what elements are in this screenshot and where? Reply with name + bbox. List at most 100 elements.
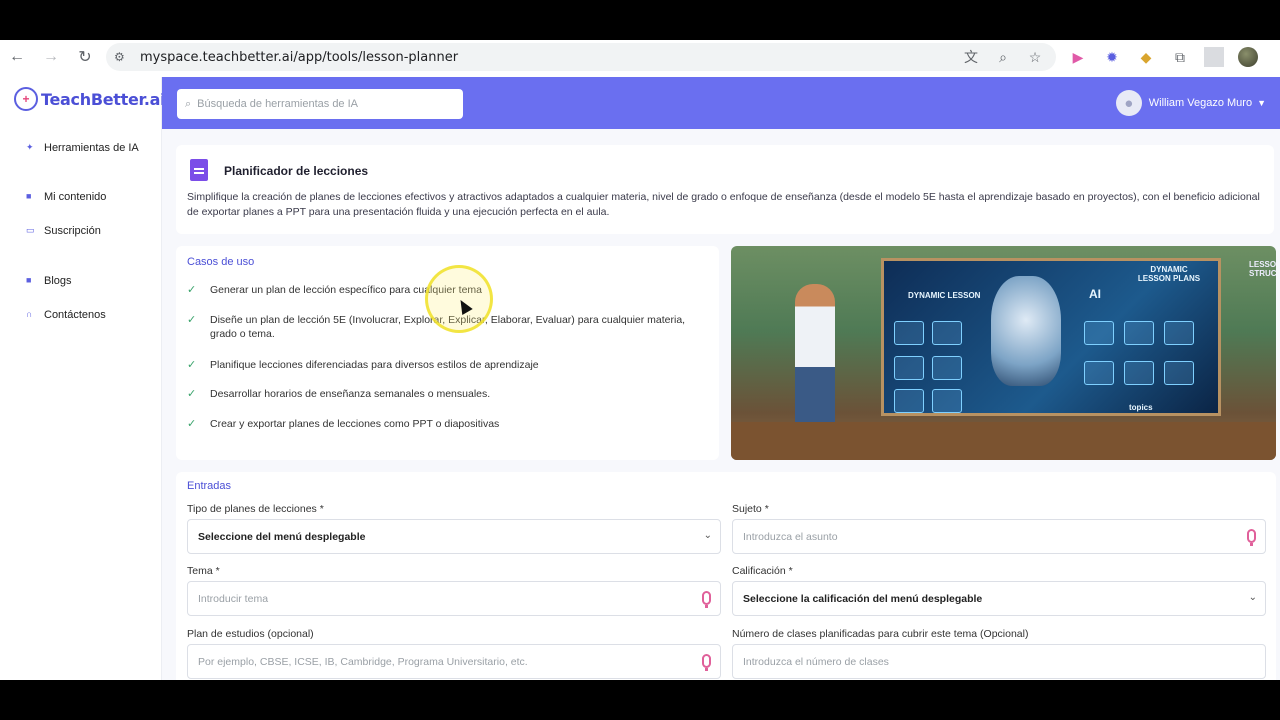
reload-icon[interactable]: ↻ — [68, 40, 102, 74]
list-item: ✓ Desarrollar horarios de enseñanza sema… — [187, 387, 700, 401]
sidebar-item-label: Suscripción — [44, 225, 101, 237]
toolbar-divider — [1204, 47, 1224, 67]
user-name: William Vegazo Muro — [1148, 97, 1253, 109]
url-text[interactable]: myspace.teachbetter.ai/app/tools/lesson-… — [140, 50, 458, 65]
lesson-type-value: Seleccione del menú desplegable — [198, 530, 366, 543]
sidebar-item-my-content[interactable]: ■ Mi contenido — [26, 190, 144, 204]
center-label: DYNAMIC LESSON — [908, 291, 981, 300]
list-item: ✓ Planifique lecciones diferenciadas par… — [187, 358, 700, 372]
header-bar: ⌕ Búsqueda de herramientas de IA ● Willi… — [162, 77, 1280, 129]
use-cases-title: Casos de uso — [187, 256, 255, 268]
user-avatar-icon: ● — [1115, 90, 1142, 116]
extension-diamond-icon[interactable]: ◆ — [1136, 47, 1156, 67]
profile-avatar[interactable] — [1238, 47, 1258, 67]
check-icon: ✓ — [187, 359, 197, 371]
use-case-text: Desarrollar horarios de enseñanza semana… — [210, 388, 491, 400]
robot-figure — [991, 276, 1061, 386]
page-title: Planificador de lecciones — [224, 164, 369, 178]
sparkle-icon: ✦ — [26, 142, 34, 152]
menu-dots-icon[interactable]: ⋮ — [1272, 47, 1280, 67]
side-label: LESSON STRUCT — [1249, 260, 1276, 278]
sidebar: + TeachBetter.ai ✦ Herramientas de IA ■ … — [0, 77, 166, 680]
address-bar[interactable]: ⚙ myspace.teachbetter.ai/app/tools/lesso… — [106, 43, 1056, 71]
tool-header-card: Planificador de lecciones Simplifique la… — [176, 145, 1274, 234]
search-placeholder: Búsqueda de herramientas de IA — [197, 98, 358, 110]
board-tile — [894, 321, 924, 345]
curriculum-input[interactable]: Por ejemplo, CBSE, ICSE, IB, Cambridge, … — [187, 644, 721, 679]
sidebar-item-contact[interactable]: ∩ Contáctenos — [26, 308, 144, 322]
extension-gear-icon[interactable]: ✹ — [1102, 47, 1122, 67]
chevron-down-icon: ▼ — [1257, 98, 1266, 108]
use-case-text: Planifique lecciones diferenciadas para … — [210, 359, 539, 371]
use-case-text: Crear y exportar planes de lecciones com… — [210, 418, 500, 430]
sidebar-item-label: Mi contenido — [44, 191, 107, 203]
search-icon: ⌕ — [185, 97, 192, 110]
subject-label: Sujeto * — [732, 503, 769, 515]
tool-search-input[interactable]: ⌕ Búsqueda de herramientas de IA — [177, 89, 463, 119]
extension-play-icon[interactable]: ▶ — [1068, 47, 1088, 67]
check-icon: ✓ — [187, 284, 197, 296]
board-tile — [1164, 321, 1194, 345]
subject-placeholder: Introduzca el asunto — [743, 530, 838, 543]
site-settings-icon[interactable]: ⚙ — [114, 50, 134, 64]
inputs-card: Entradas Tipo de planes de lecciones * S… — [176, 472, 1276, 680]
board-tile — [1164, 361, 1194, 385]
headset-icon: ∩ — [26, 309, 33, 319]
zoom-icon[interactable]: ⌕ — [994, 48, 1012, 66]
board-tile — [932, 389, 962, 413]
microphone-icon[interactable] — [702, 591, 711, 608]
topic-label: Tema * — [187, 565, 220, 577]
grade-label: Calificación * — [732, 565, 793, 577]
forward-icon[interactable]: → — [34, 40, 68, 74]
hero-illustration: DYNAMIC LESSON PLANS DYNAMIC LESSON AI t… — [731, 246, 1276, 460]
logo-text: TeachBetter.ai — [41, 89, 166, 109]
check-icon: ✓ — [187, 314, 197, 326]
classes-input[interactable]: Introduzca el número de clases — [732, 644, 1266, 679]
microphone-icon[interactable] — [1247, 529, 1256, 546]
ai-label: AI — [1089, 287, 1101, 301]
board-tile — [932, 321, 962, 345]
user-menu[interactable]: ● William Vegazo Muro ▼ — [1115, 90, 1266, 116]
sidebar-item-blogs[interactable]: ■ Blogs — [26, 274, 144, 288]
sidebar-item-label: Contáctenos — [44, 309, 106, 321]
lesson-type-select[interactable]: Seleccione del menú desplegable ⌄ — [187, 519, 721, 554]
bookmark-star-icon[interactable]: ☆ — [1026, 48, 1044, 66]
board-title: DYNAMIC LESSON PLANS — [1137, 265, 1201, 283]
subject-input[interactable]: Introduzca el asunto — [732, 519, 1266, 554]
sidebar-item-label: Blogs — [44, 275, 72, 287]
inputs-title: Entradas — [187, 480, 232, 492]
topic-placeholder: Introducir tema — [198, 592, 269, 605]
logo[interactable]: + TeachBetter.ai — [14, 87, 166, 111]
list-item: ✓ Crear y exportar planes de lecciones c… — [187, 417, 700, 431]
sidebar-item-label: Herramientas de IA — [44, 142, 139, 154]
curriculum-placeholder: Por ejemplo, CBSE, ICSE, IB, Cambridge, … — [198, 655, 528, 668]
check-icon: ✓ — [187, 388, 197, 400]
board-tile — [1124, 321, 1154, 345]
cursor-highlight — [425, 265, 493, 333]
document-icon — [190, 159, 208, 181]
sidebar-item-ai-tools[interactable]: ✦ Herramientas de IA — [26, 141, 144, 155]
curriculum-label: Plan de estudios (opcional) — [187, 628, 314, 640]
sidebar-item-subscription[interactable]: ▭ Suscripción — [26, 224, 144, 238]
blog-icon: ■ — [26, 275, 32, 285]
back-icon[interactable]: ← — [0, 40, 34, 74]
grade-select[interactable]: Seleccione la calificación del menú desp… — [732, 581, 1266, 616]
board-tile — [1084, 361, 1114, 385]
translate-icon[interactable]: 文 — [962, 48, 980, 66]
browser-toolbar: ← → ↻ ⚙ myspace.teachbetter.ai/app/tools… — [0, 40, 1280, 74]
grade-value: Seleccione la calificación del menú desp… — [743, 592, 983, 605]
topic-input[interactable]: Introducir tema — [187, 581, 721, 616]
microphone-icon[interactable] — [702, 654, 711, 671]
board-tile — [894, 356, 924, 380]
classes-label: Número de clases planificadas para cubri… — [732, 628, 1029, 640]
check-icon: ✓ — [187, 418, 197, 430]
board-tile — [894, 389, 924, 413]
topics-label: topics — [1129, 403, 1153, 412]
board-tile — [1124, 361, 1154, 385]
board-tile — [1084, 321, 1114, 345]
logo-mark-icon: + — [14, 87, 38, 111]
teacher-figure — [795, 284, 835, 444]
chevron-down-icon: ⌄ — [1248, 592, 1257, 603]
browser-window: ← → ↻ ⚙ myspace.teachbetter.ai/app/tools… — [0, 40, 1280, 680]
extensions-puzzle-icon[interactable]: ⧉ — [1170, 47, 1190, 67]
